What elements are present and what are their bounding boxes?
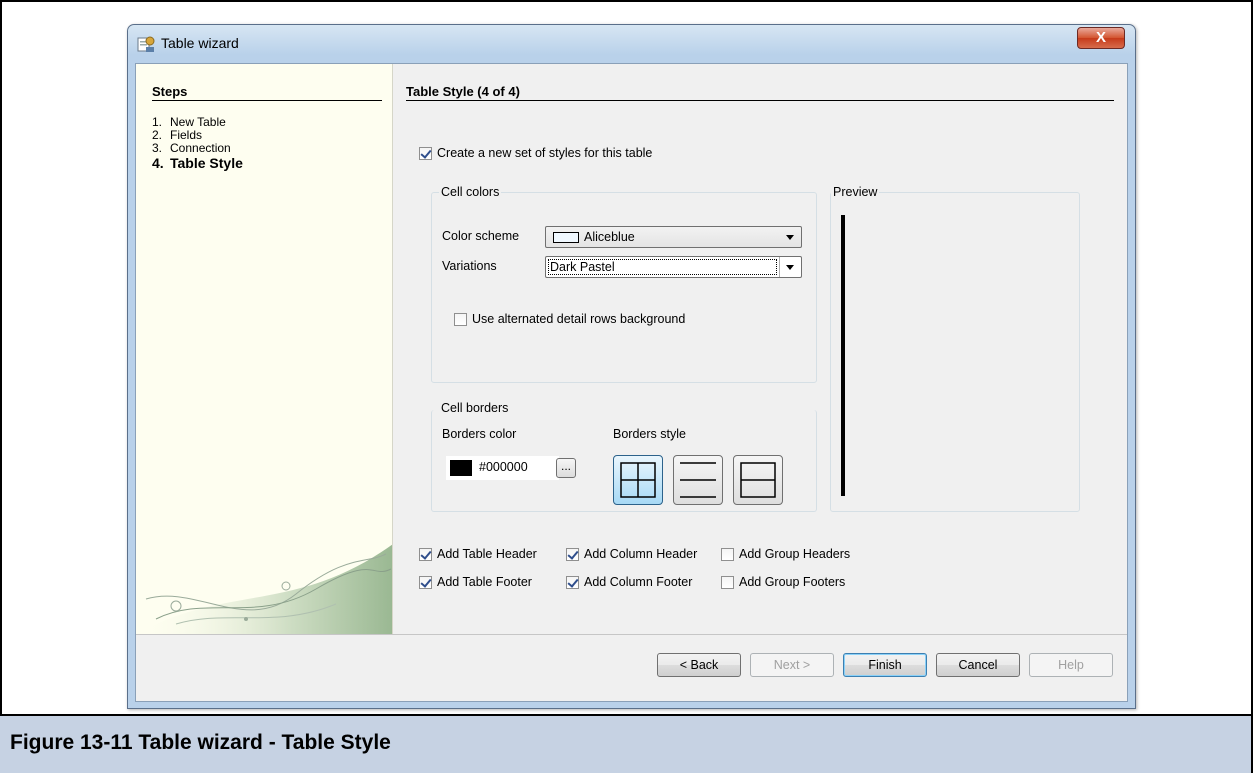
checkbox-label: Add Group Headers — [739, 547, 851, 561]
checkbox-box[interactable] — [454, 312, 467, 326]
figure-caption: Figure 13-11 Table wizard - Table Style — [10, 731, 391, 754]
checkbox-box[interactable] — [566, 547, 579, 561]
checkbox-label: Add Table Footer — [437, 575, 532, 589]
horizontal-borders-style-button[interactable] — [673, 455, 723, 505]
step-item-current: 4. Table Style — [152, 155, 243, 171]
chevron-down-icon — [786, 265, 794, 270]
help-button[interactable]: Help — [1029, 653, 1113, 677]
borders-color-label: Borders color — [442, 427, 517, 441]
content-panel: Table Style (4 of 4) Create a new set of… — [393, 64, 1127, 634]
add-table-header-checkbox[interactable]: Add Table Header — [419, 547, 537, 561]
finish-button[interactable]: Finish — [843, 653, 927, 677]
cell-colors-group: Cell colors Color scheme Aliceblue Varia… — [431, 185, 817, 383]
checkbox-box[interactable] — [566, 575, 579, 589]
step-label: Table Style — [170, 155, 243, 171]
group-label: Preview — [831, 185, 880, 199]
step-number: 4. — [152, 155, 164, 171]
wizard-client: Steps 1. New Table 2. Fields 3. Connection … — [135, 63, 1128, 702]
add-group-footers-checkbox[interactable]: Add Group Footers — [721, 575, 845, 589]
checkbox-label: Add Column Header — [584, 547, 698, 561]
step-label: Connection — [170, 141, 231, 155]
checkbox-box[interactable] — [419, 575, 432, 589]
close-button[interactable]: X — [1077, 27, 1125, 49]
checkbox-box[interactable] — [419, 146, 432, 160]
preview-row — [841, 215, 845, 256]
add-table-footer-checkbox[interactable]: Add Table Footer — [419, 575, 532, 589]
section-divider — [406, 100, 1114, 101]
add-column-header-checkbox[interactable]: Add Column Header — [566, 547, 697, 561]
decorative-swirl-graphic — [136, 544, 392, 634]
close-icon: X — [1095, 29, 1106, 46]
checkbox-box[interactable] — [721, 575, 734, 589]
browse-color-button[interactable]: ... — [556, 458, 576, 478]
next-button[interactable]: Next > — [750, 653, 834, 677]
preview-table — [841, 215, 845, 496]
checkbox-label: Add Column Footer — [584, 575, 693, 589]
checkbox-label: Add Table Header — [437, 547, 537, 561]
create-styles-checkbox[interactable]: Create a new set of styles for this tabl… — [419, 146, 652, 160]
frame-borders-icon — [740, 462, 776, 498]
borders-color-value: #000000 — [479, 460, 528, 474]
group-label: Cell colors — [439, 185, 502, 199]
dropdown-value: Dark Pastel — [550, 260, 615, 274]
color-scheme-dropdown[interactable]: Aliceblue — [545, 226, 802, 248]
cell-borders-group: Cell borders Borders color #000000 ... B… — [431, 401, 817, 512]
borders-style-label: Borders style — [613, 427, 686, 441]
add-column-footer-checkbox[interactable]: Add Column Footer — [566, 575, 692, 589]
grid-borders-icon — [620, 462, 656, 498]
frame-borders-style-button[interactable] — [733, 455, 783, 505]
wizard-footer: < Back Next > Finish Cancel Help — [136, 634, 1127, 701]
preview-row — [841, 415, 845, 456]
step-number: 3. — [152, 141, 163, 155]
steps-panel: Steps 1. New Table 2. Fields 3. Connection … — [136, 64, 393, 634]
dropdown-value: Aliceblue — [584, 230, 635, 244]
preview-row — [841, 255, 845, 296]
color-scheme-label: Color scheme — [442, 229, 520, 243]
variations-label: Variations — [442, 259, 497, 273]
checkbox-box[interactable] — [419, 547, 432, 561]
preview-row — [841, 335, 845, 376]
back-button[interactable]: < Back — [657, 653, 741, 677]
title-bar[interactable]: Table wizard X — [128, 25, 1135, 63]
cancel-button[interactable]: Cancel — [936, 653, 1020, 677]
group-label: Cell borders — [439, 401, 511, 415]
variations-dropdown[interactable]: Dark Pastel — [545, 256, 802, 278]
preview-row — [841, 375, 845, 416]
figure-caption-bar: Figure 13-11 Table wizard - Table Style — [0, 714, 1251, 773]
checkbox-label: Create a new set of styles for this tabl… — [437, 146, 653, 160]
preview-group: Preview — [830, 185, 1080, 512]
preview-row — [841, 455, 845, 496]
window-title: Table wizard — [161, 35, 239, 51]
report-app-icon — [137, 36, 155, 52]
steps-divider — [152, 100, 382, 101]
steps-title: Steps — [152, 84, 188, 99]
color-swatch — [553, 232, 579, 243]
all-borders-style-button[interactable] — [613, 455, 663, 505]
alternated-rows-checkbox[interactable]: Use alternated detail rows background — [454, 312, 685, 326]
horizontal-borders-icon — [680, 462, 716, 498]
checkbox-label: Use alternated detail rows background — [472, 312, 686, 326]
steps-list: 1. New Table 2. Fields 3. Connection 4. Tabl… — [152, 116, 243, 172]
color-swatch — [450, 460, 472, 476]
preview-row — [841, 295, 845, 336]
table-wizard-window: Table wizard X Steps 1. New Table 2. Field… — [127, 24, 1136, 709]
checkbox-box[interactable] — [721, 547, 734, 561]
add-group-headers-checkbox[interactable]: Add Group Headers — [721, 547, 850, 561]
step-item: 3. Connection — [152, 142, 243, 155]
chevron-down-icon — [786, 235, 794, 240]
checkbox-label: Add Group Footers — [739, 575, 846, 589]
borders-color-field[interactable]: #000000 — [446, 456, 559, 480]
section-title: Table Style (4 of 4) — [406, 84, 520, 99]
